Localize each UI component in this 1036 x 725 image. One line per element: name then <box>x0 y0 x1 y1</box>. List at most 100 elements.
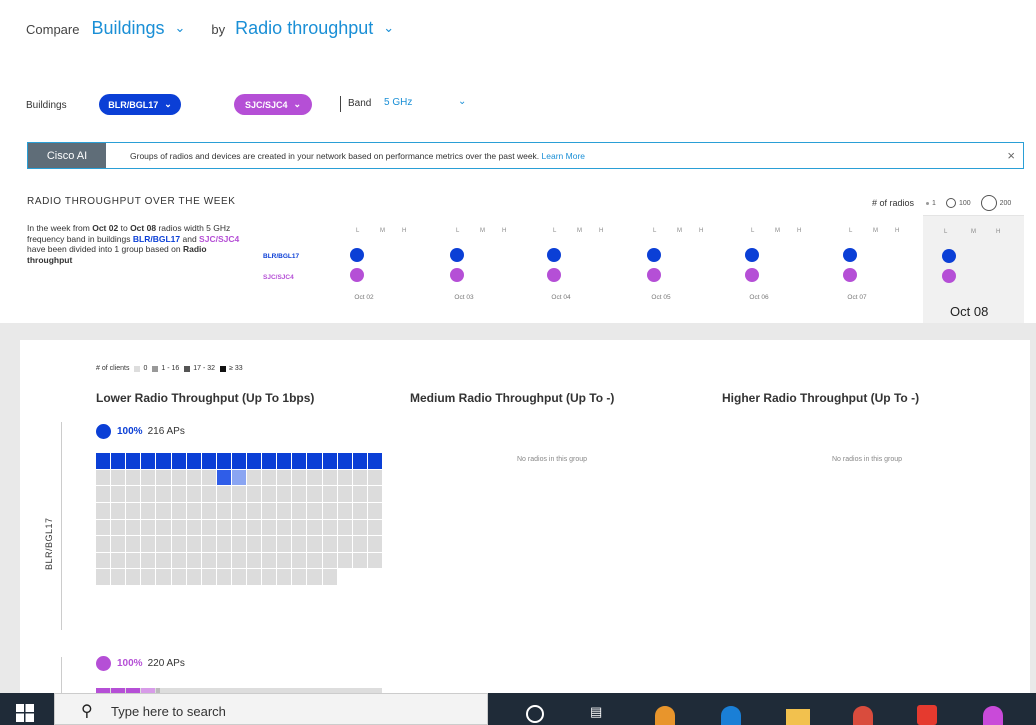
windows-start-icon[interactable] <box>16 704 34 722</box>
ap-cell[interactable] <box>126 502 141 519</box>
ap-cell[interactable] <box>262 536 277 552</box>
ap-cell[interactable] <box>201 536 216 552</box>
ap-cell[interactable] <box>126 569 141 585</box>
ap-cell[interactable] <box>201 569 216 585</box>
chevron-down-icon[interactable]: ⌄ <box>175 20 186 36</box>
ap-cell[interactable] <box>262 502 277 519</box>
ap-cell[interactable] <box>292 486 307 502</box>
ap-cell[interactable] <box>322 552 337 569</box>
ap-cell[interactable] <box>277 469 292 486</box>
day-column[interactable]: L M H Oct 07 <box>843 228 913 308</box>
ap-cell[interactable] <box>141 469 156 486</box>
search-input[interactable]: Type here to search <box>111 704 226 719</box>
ap-cell[interactable] <box>96 502 111 519</box>
ap-cell[interactable] <box>352 469 367 486</box>
ap-cell[interactable] <box>367 519 382 536</box>
compare-metric-select[interactable]: Radio throughput <box>235 18 373 39</box>
ap-cell[interactable] <box>111 502 126 519</box>
ap-cell[interactable] <box>216 569 231 585</box>
ap-cell[interactable] <box>337 502 352 519</box>
ap-cell[interactable] <box>96 536 111 552</box>
ap-cell[interactable] <box>322 519 337 536</box>
ap-cell[interactable] <box>292 453 307 469</box>
ap-cell[interactable] <box>186 519 201 536</box>
compare-entity-select[interactable]: Buildings <box>91 18 164 39</box>
ap-cell[interactable] <box>201 552 216 569</box>
ap-cell[interactable] <box>156 536 171 552</box>
ap-cell[interactable] <box>247 536 262 552</box>
chevron-down-icon[interactable]: ⌄ <box>458 96 466 107</box>
ap-cell[interactable] <box>262 569 277 585</box>
ap-cell[interactable] <box>247 569 262 585</box>
ap-cell[interactable] <box>247 552 262 569</box>
acrobat-icon[interactable] <box>917 705 937 725</box>
ap-cell[interactable] <box>277 536 292 552</box>
ap-cell[interactable] <box>322 569 337 585</box>
ap-cell[interactable] <box>307 519 322 536</box>
day-column[interactable]: L M H Oct 03 <box>450 228 520 308</box>
ap-cell[interactable] <box>126 486 141 502</box>
ap-cell[interactable] <box>156 519 171 536</box>
ap-cell[interactable] <box>337 519 352 536</box>
edge-icon[interactable] <box>721 706 741 725</box>
ap-cell[interactable] <box>111 519 126 536</box>
ap-cell[interactable] <box>171 536 186 552</box>
ap-cell[interactable] <box>247 469 262 486</box>
ap-cell[interactable] <box>96 486 111 502</box>
ap-cell[interactable] <box>277 519 292 536</box>
building-a-dot[interactable] <box>647 248 661 262</box>
ap-cell[interactable] <box>201 453 216 469</box>
ap-cell[interactable] <box>231 486 247 502</box>
ap-cell[interactable] <box>201 469 216 486</box>
ap-cell[interactable] <box>171 486 186 502</box>
ap-cell[interactable] <box>231 469 247 486</box>
ap-cell[interactable] <box>352 502 367 519</box>
ap-cell[interactable] <box>201 519 216 536</box>
building-b-dot[interactable] <box>745 268 759 282</box>
ap-cell[interactable] <box>277 453 292 469</box>
ap-cell[interactable] <box>307 486 322 502</box>
ap-cell[interactable] <box>337 486 352 502</box>
ap-cell[interactable] <box>231 569 247 585</box>
ap-cell[interactable] <box>307 536 322 552</box>
ap-cell[interactable] <box>111 469 126 486</box>
ap-cell[interactable] <box>201 502 216 519</box>
ap-cell[interactable] <box>171 502 186 519</box>
ap-cell[interactable] <box>216 486 231 502</box>
day-column[interactable]: L M H Oct 02 <box>350 228 420 308</box>
ap-cell[interactable] <box>126 519 141 536</box>
ap-cell[interactable] <box>367 469 382 486</box>
ap-cell[interactable] <box>292 502 307 519</box>
ap-cell[interactable] <box>262 469 277 486</box>
ap-cell[interactable] <box>307 502 322 519</box>
ap-grid[interactable] <box>96 453 382 585</box>
ap-cell[interactable] <box>186 552 201 569</box>
ap-cell[interactable] <box>216 519 231 536</box>
learn-more-link[interactable]: Learn More <box>542 151 585 161</box>
ap-cell[interactable] <box>126 536 141 552</box>
ap-cell[interactable] <box>201 486 216 502</box>
ap-cell[interactable] <box>171 552 186 569</box>
ap-cell[interactable] <box>352 569 367 585</box>
selected-day-column[interactable]: L M H Oct 08 <box>923 215 1024 325</box>
ap-cell[interactable] <box>141 502 156 519</box>
ap-cell[interactable] <box>262 552 277 569</box>
ap-cell[interactable] <box>141 552 156 569</box>
ap-cell[interactable] <box>126 469 141 486</box>
ap-cell[interactable] <box>292 552 307 569</box>
ap-cell[interactable] <box>247 502 262 519</box>
ap-cell[interactable] <box>216 453 231 469</box>
ap-cell[interactable] <box>367 453 382 469</box>
ap-cell[interactable] <box>322 486 337 502</box>
ap-cell[interactable] <box>352 536 367 552</box>
ap-cell[interactable] <box>216 469 231 486</box>
ap-cell[interactable] <box>247 453 262 469</box>
ap-cell[interactable] <box>352 486 367 502</box>
ap-cell[interactable] <box>337 469 352 486</box>
day-column[interactable]: L M H Oct 05 <box>647 228 717 308</box>
ap-cell[interactable] <box>186 453 201 469</box>
chevron-down-icon[interactable]: ⌄ <box>383 20 394 36</box>
ap-cell[interactable] <box>322 469 337 486</box>
ap-cell[interactable] <box>337 453 352 469</box>
ap-cell[interactable] <box>231 536 247 552</box>
